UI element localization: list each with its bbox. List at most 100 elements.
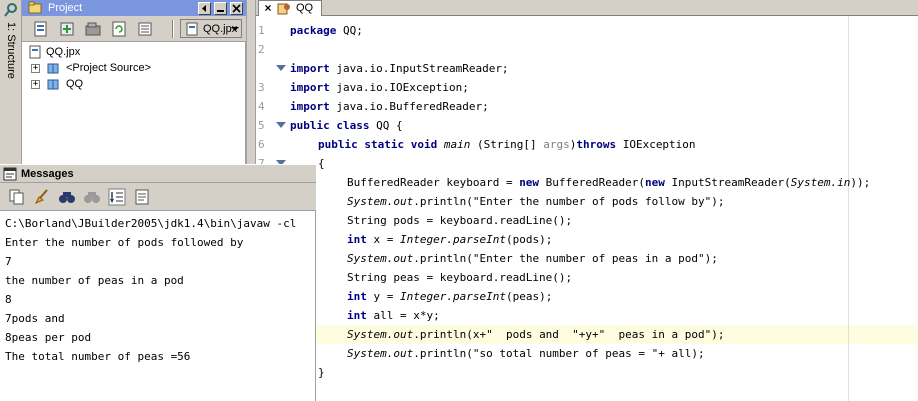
code-line-11: String pods = keyboard.readLine(); xyxy=(347,211,572,230)
parameter-name: args xyxy=(543,138,570,151)
folder-icon xyxy=(28,1,42,14)
line-number: 2 xyxy=(258,43,265,56)
code-text: all = x*y; xyxy=(366,309,440,322)
line-number: 4 xyxy=(258,100,265,113)
keyword: import xyxy=(290,100,330,113)
right-margin-line xyxy=(848,16,849,401)
keyword: new xyxy=(645,176,665,189)
code-text: x = xyxy=(366,233,400,246)
clear-icon[interactable] xyxy=(33,188,51,206)
project-toolbar: QQ.jpx xyxy=(22,16,246,42)
refresh-icon[interactable] xyxy=(110,20,128,38)
find-icon[interactable] xyxy=(58,188,76,206)
code-line-10: System.out.println("Enter the number of … xyxy=(347,192,725,211)
project-file-icon xyxy=(28,45,42,59)
code-line-5: import java.io.BufferedReader; xyxy=(290,97,489,116)
code-text: { xyxy=(318,157,325,170)
package-icon xyxy=(46,77,60,91)
code-line-3: import java.io.InputStreamReader; xyxy=(290,59,509,78)
copy-icon[interactable] xyxy=(8,188,26,206)
minimize-button[interactable] xyxy=(214,2,227,15)
static-field: System.out xyxy=(347,347,414,360)
code-text: BufferedReader keyboard = xyxy=(347,176,520,189)
tree-expander[interactable]: + xyxy=(31,64,40,73)
code-text: java.io.IOException; xyxy=(329,81,469,94)
chevron-down-icon xyxy=(231,27,239,31)
messages-panel-header: Messages xyxy=(0,164,316,183)
project-properties-icon[interactable] xyxy=(136,20,154,38)
package-icon xyxy=(46,61,60,75)
code-line-15: int y = Integer.parseInt(peas); xyxy=(347,287,552,306)
static-method: Integer.parseInt xyxy=(400,290,506,303)
line-number: 1 xyxy=(258,24,265,37)
code-text: .println(x+" pods and "+y+" peas in a po… xyxy=(413,328,725,341)
keyword: import xyxy=(290,62,330,75)
code-line-16: int all = x*y; xyxy=(347,306,440,325)
messages-icon xyxy=(3,167,17,181)
close-project-icon[interactable] xyxy=(84,20,102,38)
line-number: 5 xyxy=(258,119,265,132)
tree-item-label: <Project Source> xyxy=(66,62,151,74)
tree-item-project-file[interactable]: QQ.jpx xyxy=(22,44,242,60)
new-project-icon[interactable] xyxy=(32,20,50,38)
project-panel-header: Project xyxy=(22,0,246,16)
project-file-icon xyxy=(185,22,199,36)
tab-label: QQ xyxy=(296,2,314,14)
previous-view-button[interactable] xyxy=(198,2,211,15)
line-number: 6 xyxy=(258,138,265,151)
messages-output[interactable]: C:\Borland\JBuilder2005\jdk1.4\bin\javaw… xyxy=(0,211,315,401)
code-line-14: String peas = keyboard.readLine(); xyxy=(347,268,572,287)
code-editor[interactable]: 1 2 3 4 5 6 7 19 20 package QQ; import j… xyxy=(256,16,918,401)
keyword: int xyxy=(347,290,367,303)
code-line-6: public class QQ { xyxy=(290,116,403,135)
tree-item-project-source[interactable]: + <Project Source> xyxy=(22,60,242,76)
close-icon[interactable] xyxy=(230,2,243,15)
code-line-4: import java.io.IOException; xyxy=(290,78,469,97)
code-line-8: { xyxy=(318,154,325,173)
java-file-icon xyxy=(277,2,291,15)
tree-item-qq[interactable]: + QQ xyxy=(22,76,242,92)
code-text: } xyxy=(318,366,325,379)
keyword: throws xyxy=(576,138,617,151)
keyword: int xyxy=(347,309,367,322)
static-field: System.out xyxy=(347,252,414,265)
code-line-7: public static void main (String[] args)t… xyxy=(318,135,696,154)
structure-icon[interactable] xyxy=(3,2,19,18)
structure-side-strip: 1: Structure xyxy=(0,0,22,170)
keyword: import xyxy=(290,81,330,94)
code-text: QQ { xyxy=(369,119,403,132)
output-line: 7pods and xyxy=(5,312,65,325)
code-text: String peas = keyboard.readLine(); xyxy=(347,271,573,284)
code-text: .println("so total number of peas = "+ a… xyxy=(413,347,705,360)
code-line-9: BufferedReader keyboard = new BufferedRe… xyxy=(347,173,870,192)
structure-tab[interactable]: 1: Structure xyxy=(2,22,20,82)
code-text: )); xyxy=(850,176,871,189)
wrap-lines-icon[interactable] xyxy=(108,188,126,206)
messages-panel-title: Messages xyxy=(21,168,74,180)
output-line: 8peas per pod xyxy=(5,331,92,344)
static-field: System.out xyxy=(347,195,414,208)
tree-item-label: QQ xyxy=(66,78,84,90)
code-text: (pods); xyxy=(505,233,553,246)
add-files-icon[interactable] xyxy=(58,20,76,38)
close-icon[interactable]: × xyxy=(262,2,274,14)
project-selector-dropdown[interactable]: QQ.jpx xyxy=(180,19,242,38)
message-settings-icon[interactable] xyxy=(133,188,151,206)
fold-toggle-icon[interactable] xyxy=(276,65,286,71)
fold-toggle-icon[interactable] xyxy=(276,122,286,128)
method-name: main xyxy=(443,138,471,151)
project-tree: QQ.jpx + <Project Source> + QQ xyxy=(22,42,246,170)
find-next-icon[interactable] xyxy=(83,188,101,206)
code-text: IOException xyxy=(616,138,696,151)
keyword: package xyxy=(290,24,337,37)
tree-expander[interactable]: + xyxy=(31,80,40,89)
code-text: InputStreamReader( xyxy=(664,176,791,189)
code-text: .println("Enter the number of pods follo… xyxy=(413,195,725,208)
keyword: public class xyxy=(290,119,370,132)
code-text: QQ; xyxy=(336,24,363,37)
output-line: Enter the number of pods followed by xyxy=(5,236,244,249)
output-line: The total number of peas =56 xyxy=(5,350,191,363)
tab-qq[interactable]: × QQ xyxy=(258,0,322,16)
output-line: C:\Borland\JBuilder2005\jdk1.4\bin\javaw… xyxy=(5,217,297,230)
code-text: (String[] xyxy=(470,138,544,151)
